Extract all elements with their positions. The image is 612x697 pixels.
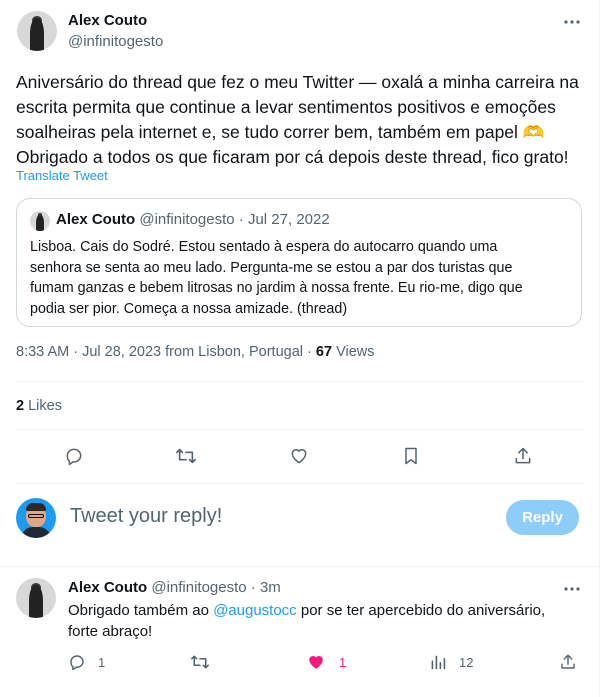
divider (16, 381, 584, 382)
separator-dot: · (73, 344, 79, 360)
quote-author-avatar (30, 211, 50, 231)
separator-dot: · (250, 579, 256, 596)
quote-text-line: Lisboa. Cais do Sodré. Estou sentado à e… (30, 239, 498, 255)
reply-like-count: 1 (339, 654, 347, 670)
reply-author-avatar[interactable] (16, 578, 56, 618)
likes-stat[interactable]: 2 Likes (16, 398, 62, 414)
like-icon[interactable] (287, 444, 311, 468)
reply-time[interactable]: 3m (260, 579, 281, 596)
tweet-text-line: Obrigado a todos os que ficaram por cá d… (16, 147, 569, 167)
reply-text-suffix: por se ter apercebido do aniversário, (296, 602, 546, 619)
reply-header: Alex Couto @infinitogesto · 3m (68, 579, 281, 596)
author-name[interactable]: Alex Couto (68, 12, 147, 29)
reply-input[interactable]: Tweet your reply! (70, 505, 490, 533)
reply-share-icon[interactable] (557, 652, 579, 672)
views-count: 67 (315, 344, 333, 360)
reply-more-options-icon[interactable] (560, 579, 584, 599)
bookmark-icon[interactable] (399, 444, 423, 468)
divider (0, 566, 600, 567)
mention-link[interactable]: @augustocc (213, 602, 297, 619)
quote-text-line: senhora se senta ao meu lado. Pergunta-m… (30, 259, 513, 276)
liked-heart-icon (307, 653, 325, 671)
separator-dot: · (238, 211, 244, 228)
tweet-location: from Lisbon, Portugal (165, 344, 303, 360)
tweet-time[interactable]: 8:33 AM (16, 344, 69, 360)
author-handle[interactable]: @infinitogesto (68, 33, 163, 50)
views-label: Views (336, 344, 375, 360)
quoted-tweet-card[interactable]: Alex Couto @infinitogesto · Jul 27, 2022… (16, 198, 582, 327)
quote-text: Lisboa. Cais do Sodré. Estou sentado à e… (30, 237, 523, 319)
quote-author-handle: @infinitogesto (139, 211, 235, 228)
reply-views-action[interactable]: 12 (430, 652, 473, 672)
views-chart-icon (430, 654, 446, 670)
tweet-detail-frame: Alex Couto @infinitogesto Aniversário do… (0, 0, 600, 697)
reply-author-handle[interactable]: @infinitogesto (151, 579, 246, 596)
tweet-meta: 8:33 AM · Jul 28, 2023 from Lisbon, Port… (16, 344, 374, 360)
reply-button[interactable]: Reply (506, 500, 579, 535)
reply-text: Obrigado também ao @augustocc por se ter… (68, 600, 545, 642)
reply-view-count: 12 (459, 654, 474, 670)
likes-label: Likes (28, 398, 62, 414)
divider (16, 483, 584, 484)
quote-text-line: podia ser pior. Começa a nossa amizade. … (30, 300, 348, 317)
quote-date: Jul 27, 2022 (247, 211, 330, 228)
reply-reply-action[interactable]: 1 (68, 652, 105, 672)
reply-author-name[interactable]: Alex Couto (68, 579, 147, 596)
likes-count: 2 (16, 398, 25, 414)
share-icon[interactable] (511, 444, 535, 468)
divider (16, 429, 584, 430)
reply-count: 1 (98, 654, 106, 670)
reply-text-line: Obrigado também ao @augustocc por se ter… (68, 600, 545, 621)
tweet-date[interactable]: Jul 28, 2023 (82, 344, 161, 360)
reply-icon (68, 653, 86, 671)
quote-header: Alex Couto @infinitogesto · Jul 27, 2022 (56, 211, 330, 228)
reply-like-action[interactable]: 1 (307, 652, 346, 672)
tweet-text: Aniversário do thread que fez o meu Twit… (16, 70, 591, 170)
reply-text-line: forte abraço! (68, 623, 153, 640)
retweet-icon[interactable] (174, 444, 198, 468)
reply-retweet-icon[interactable] (189, 652, 211, 672)
translate-tweet-link[interactable]: Translate Tweet (16, 168, 108, 183)
reply-text-prefix: Obrigado também ao (68, 602, 214, 619)
separator-dot: · (307, 344, 312, 360)
compose-avatar (16, 498, 56, 538)
quote-author-name: Alex Couto (56, 211, 136, 228)
author-avatar[interactable] (17, 11, 57, 51)
tweet-text-line: escrita permita que continue a levar sen… (16, 97, 556, 117)
tweet-text-line: Aniversário do thread que fez o meu Twit… (16, 72, 579, 92)
more-options-icon[interactable] (560, 12, 584, 32)
quote-text-line: fumam ganzas e bebem litrosas no jardim … (30, 280, 523, 296)
tweet-text-line: soalheiras pela internet e, se tudo corr… (16, 122, 545, 142)
reply-icon[interactable] (62, 444, 86, 468)
